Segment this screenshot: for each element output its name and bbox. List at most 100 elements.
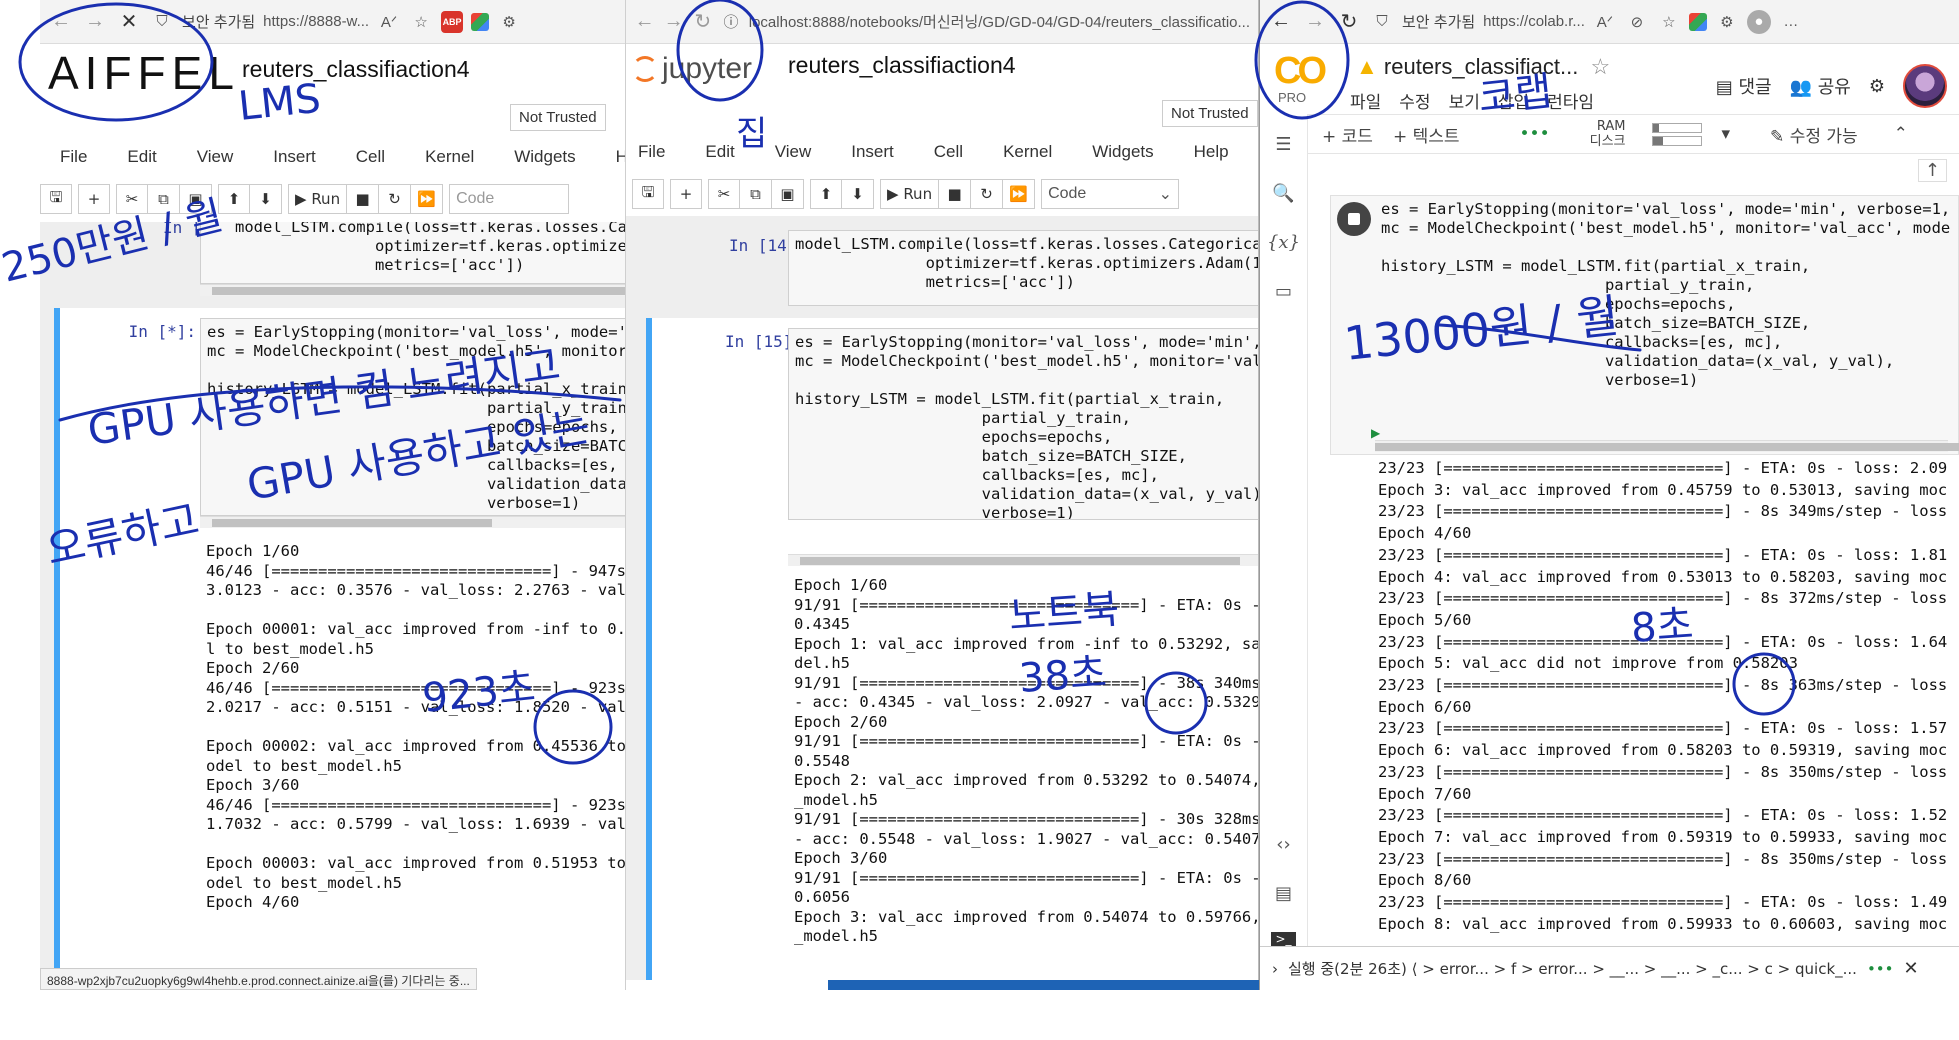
- not-trusted-badge[interactable]: Not Trusted: [1162, 100, 1258, 127]
- profile-icon[interactable]: ●: [1746, 9, 1771, 34]
- move-down-icon[interactable]: ⬇: [842, 179, 874, 209]
- more-icon[interactable]: •••: [1867, 960, 1894, 978]
- address-bar[interactable]: https://colab.r...: [1483, 13, 1585, 30]
- cut-icon[interactable]: ✂: [116, 184, 148, 214]
- add-cell-icon[interactable]: +: [670, 179, 702, 209]
- menu-kernel[interactable]: Kernel: [1003, 142, 1052, 162]
- save-icon[interactable]: 🖫: [40, 184, 72, 214]
- horizontal-scrollbar[interactable]: [788, 554, 1258, 566]
- chevron-up-icon[interactable]: ⌃: [1894, 124, 1908, 144]
- code-cell[interactable]: model_LSTM.compile(loss=tf.keras.losses.…: [788, 230, 1258, 306]
- forward-icon[interactable]: →: [82, 10, 108, 33]
- menu-help[interactable]: Help: [616, 147, 625, 167]
- notebook-title[interactable]: reuters_classifiaction4: [788, 52, 1016, 79]
- menu-insert[interactable]: Insert: [851, 142, 894, 162]
- share-button[interactable]: 👥 공유: [1790, 73, 1851, 99]
- code-cell[interactable]: model_LSTM.compile(loss=tf.keras.losses.…: [200, 222, 625, 284]
- fast-forward-icon[interactable]: ⏩: [411, 184, 444, 214]
- scroll-up-icon[interactable]: ↑: [1917, 159, 1947, 182]
- run-button[interactable]: ▶ Run: [288, 184, 348, 214]
- star-icon[interactable]: ☆: [1590, 54, 1610, 79]
- forward-icon[interactable]: →: [1302, 10, 1328, 33]
- variables-icon[interactable]: {x}: [1267, 232, 1300, 253]
- add-text-button[interactable]: + 텍스트: [1393, 122, 1460, 147]
- back-icon[interactable]: ←: [1268, 10, 1294, 33]
- back-icon[interactable]: ←: [48, 10, 74, 33]
- favorite-icon[interactable]: ☆: [409, 10, 433, 34]
- menu-view[interactable]: View: [775, 142, 812, 162]
- horizontal-scrollbar[interactable]: [200, 284, 625, 296]
- folder-icon[interactable]: ▭: [1275, 281, 1292, 302]
- menu-runtime[interactable]: 런타임: [1547, 88, 1594, 113]
- copy-icon[interactable]: ⧉: [148, 184, 180, 214]
- cut-icon[interactable]: ✂: [708, 179, 740, 209]
- notebook-title[interactable]: reuters_classifiaction4: [242, 56, 470, 83]
- extension-icon[interactable]: [1688, 12, 1707, 31]
- copy-icon[interactable]: ⧉: [740, 179, 772, 209]
- not-trusted-badge[interactable]: Not Trusted: [510, 104, 606, 131]
- forward-icon[interactable]: →: [663, 10, 684, 33]
- read-aloud-icon[interactable]: Aᐟ: [1593, 10, 1617, 34]
- horizontal-scrollbar[interactable]: [200, 516, 625, 528]
- save-icon[interactable]: 🖫: [632, 179, 664, 209]
- edit-mode-button[interactable]: ✎ 수정 가능: [1770, 122, 1858, 147]
- more-icon[interactable]: …: [1779, 10, 1803, 34]
- code-cell[interactable]: es = EarlyStopping(monitor='val_loss', m…: [788, 328, 1258, 520]
- menu-view[interactable]: 보기: [1449, 88, 1480, 113]
- notebook-title[interactable]: reuters_classifiact...: [1384, 54, 1578, 79]
- favorite-icon[interactable]: ☆: [1657, 10, 1681, 34]
- menu-file[interactable]: 파일: [1350, 88, 1381, 113]
- menu-kernel[interactable]: Kernel: [425, 147, 474, 167]
- menu-edit[interactable]: Edit: [127, 147, 156, 167]
- code-snippets-icon[interactable]: ‹›: [1276, 834, 1290, 855]
- cell-type-select[interactable]: Code ⌄: [1041, 179, 1180, 209]
- avatar[interactable]: [1903, 64, 1947, 108]
- menu-file[interactable]: File: [60, 147, 87, 167]
- menu-help[interactable]: Help: [1194, 142, 1229, 162]
- extension-icon[interactable]: [471, 12, 490, 31]
- stop-icon[interactable]: ■: [347, 184, 380, 214]
- menu-edit[interactable]: Edit: [705, 142, 734, 162]
- expand-icon[interactable]: ›: [1272, 960, 1278, 978]
- code-cell[interactable]: es = EarlyStopping(monitor='val_loss', m…: [200, 318, 625, 516]
- menu-insert[interactable]: 삽입: [1498, 88, 1529, 113]
- menu-file[interactable]: File: [638, 142, 665, 162]
- add-cell-icon[interactable]: +: [78, 184, 110, 214]
- puzzle-icon[interactable]: ⚙: [1715, 10, 1739, 34]
- comments-button[interactable]: ▤ 댓글: [1716, 73, 1772, 99]
- refresh-icon[interactable]: ↻: [692, 9, 713, 34]
- address-bar[interactable]: https://8888-w...: [263, 13, 369, 30]
- adblock-icon[interactable]: ABP: [441, 10, 464, 33]
- command-palette-icon[interactable]: ▤: [1275, 883, 1292, 904]
- horizontal-scrollbar[interactable]: [1375, 440, 1959, 452]
- resource-meter[interactable]: [1651, 122, 1702, 146]
- menu-cell[interactable]: Cell: [934, 142, 963, 162]
- stop-execution-button[interactable]: [1337, 202, 1371, 236]
- refresh-icon[interactable]: ↻: [1336, 9, 1362, 34]
- toc-icon[interactable]: ☰: [1275, 134, 1291, 155]
- move-up-icon[interactable]: ⬆: [218, 184, 250, 214]
- menu-edit[interactable]: 수정: [1399, 88, 1430, 113]
- menu-insert[interactable]: Insert: [273, 147, 316, 167]
- tracking-icon[interactable]: ⊘: [1625, 10, 1649, 34]
- search-icon[interactable]: 🔍: [1272, 183, 1294, 204]
- menu-cell[interactable]: Cell: [356, 147, 385, 167]
- close-icon[interactable]: ✕: [116, 9, 142, 34]
- menu-widgets[interactable]: Widgets: [1092, 142, 1153, 162]
- execution-status[interactable]: 실행 중(2분 26초) ⟨ > error... > f > error...…: [1288, 958, 1857, 979]
- colab-logo[interactable]: CO: [1274, 50, 1327, 93]
- puzzle-icon[interactable]: ⚙: [497, 10, 521, 34]
- chevron-down-icon[interactable]: ▾: [1722, 124, 1731, 144]
- stop-icon[interactable]: ■: [939, 179, 972, 209]
- cell-code[interactable]: es = EarlyStopping(monitor='val_loss', m…: [1381, 200, 1950, 390]
- restart-icon[interactable]: ↻: [971, 179, 1004, 209]
- menu-view[interactable]: View: [197, 147, 234, 167]
- cell-type-select[interactable]: Code: [449, 184, 570, 214]
- back-icon[interactable]: ←: [634, 10, 655, 33]
- code-cell[interactable]: es = EarlyStopping(monitor='val_loss', m…: [1330, 195, 1959, 455]
- paste-icon[interactable]: ▣: [180, 184, 212, 214]
- fast-forward-icon[interactable]: ⏩: [1003, 179, 1036, 209]
- address-bar[interactable]: localhost:8888/notebooks/머신러닝/GD/GD-04/G…: [749, 11, 1250, 32]
- read-aloud-icon[interactable]: Aᐟ: [377, 10, 401, 34]
- settings-icon[interactable]: ⚙: [1869, 76, 1885, 97]
